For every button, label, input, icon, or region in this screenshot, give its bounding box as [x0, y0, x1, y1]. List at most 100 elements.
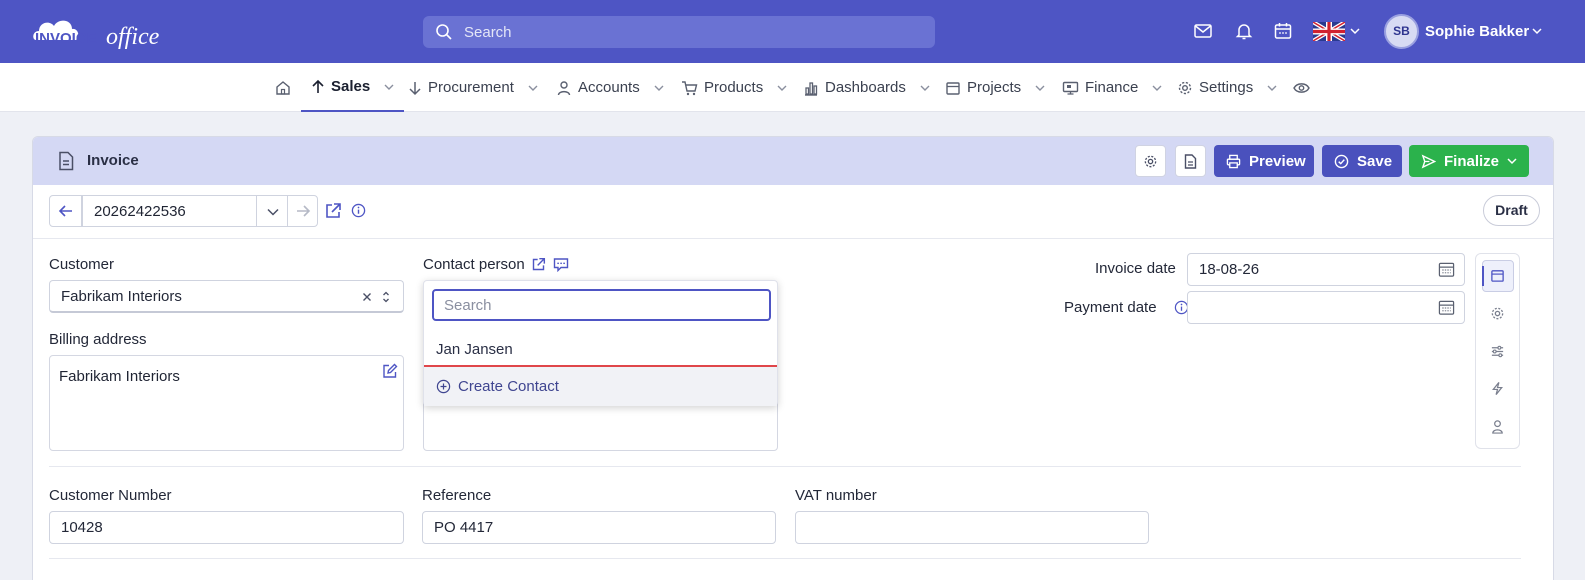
user-icon: [557, 80, 571, 95]
nav-projects[interactable]: Projects: [945, 63, 1045, 112]
chevron-down-icon: [920, 85, 930, 91]
home-nav[interactable]: [274, 63, 292, 112]
divider: [33, 238, 1553, 239]
invoice-number-field[interactable]: 20262422536: [82, 195, 257, 227]
contact-person-label: Contact person: [423, 256, 525, 273]
bell-icon[interactable]: [1234, 21, 1254, 41]
search-icon: [436, 24, 452, 40]
invoiceoffice-logo[interactable]: INVOICE office: [32, 14, 174, 50]
save-label: Save: [1357, 152, 1393, 170]
nav-procurement[interactable]: Procurement: [408, 63, 538, 112]
nav-accounts[interactable]: Accounts: [556, 63, 664, 112]
info-icon[interactable]: [351, 203, 366, 218]
bar-chart-icon: [805, 81, 818, 96]
payment-date-label: Payment date: [1064, 299, 1157, 316]
contact-search-input[interactable]: Search: [432, 289, 771, 321]
chevron-down-icon: [384, 84, 394, 90]
previous-invoice-button[interactable]: [49, 195, 82, 227]
divider: [49, 558, 1521, 559]
nav-visibility[interactable]: [1293, 63, 1310, 112]
document-icon: [59, 151, 74, 171]
nav-sales[interactable]: Sales: [301, 63, 405, 112]
lightning-icon[interactable]: [1490, 381, 1505, 396]
preview-label: Preview: [1249, 152, 1306, 170]
global-search[interactable]: Search: [423, 16, 935, 48]
preview-button[interactable]: Preview: [1214, 145, 1314, 177]
avatar[interactable]: SB: [1384, 14, 1419, 49]
plus-circle-icon: [436, 379, 451, 394]
top-bar: INVOICE office Search SB Sophie Bakker: [0, 0, 1585, 63]
vat-number-input[interactable]: [795, 511, 1149, 544]
invoice-number-dropdown[interactable]: [256, 195, 288, 227]
monitor-icon: [1062, 81, 1079, 95]
reference-label: Reference: [422, 487, 492, 504]
calendar-icon[interactable]: [1273, 21, 1293, 41]
cart-icon: [682, 80, 698, 95]
customer-select[interactable]: Fabrikam Interiors: [49, 280, 404, 313]
side-panel: [1475, 253, 1520, 449]
chevron-down-icon: [528, 85, 538, 91]
gear-icon: [1178, 81, 1192, 94]
mail-icon[interactable]: [1193, 21, 1213, 41]
reference-input[interactable]: PO 4417: [422, 511, 776, 544]
invoice-card: Invoice Preview Save Finalize 2026242253…: [32, 136, 1554, 580]
customer-label: Customer: [49, 256, 115, 273]
invoice-date-input[interactable]: 18-08-26: [1187, 253, 1465, 286]
chevron-down-icon[interactable]: [1350, 27, 1360, 35]
edit-icon[interactable]: [382, 363, 398, 379]
clear-icon[interactable]: [362, 292, 372, 302]
nav-label: Products: [704, 79, 764, 96]
invoice-date-value: 18-08-26: [1199, 261, 1260, 278]
billing-address-box[interactable]: Fabrikam Interiors: [49, 355, 404, 451]
nav-settings[interactable]: Settings: [1177, 63, 1277, 112]
nav-label: Finance: [1085, 79, 1139, 96]
send-icon: [1421, 154, 1436, 168]
calendar-icon[interactable]: [1438, 261, 1455, 278]
gear-icon[interactable]: [1490, 306, 1505, 321]
save-button[interactable]: Save: [1322, 145, 1402, 177]
chevron-down-icon[interactable]: [1532, 27, 1542, 35]
pdf-button[interactable]: [1175, 145, 1206, 177]
settings-button[interactable]: [1135, 145, 1166, 177]
arrow-left-icon: [58, 205, 72, 217]
status-badge: Draft: [1483, 195, 1540, 226]
payment-date-input[interactable]: [1187, 291, 1465, 324]
sliders-icon[interactable]: [1490, 344, 1505, 359]
svg-text:office: office: [106, 24, 160, 50]
finalize-label: Finalize: [1444, 152, 1500, 170]
uk-flag-icon[interactable]: [1313, 22, 1345, 41]
vat-number-label: VAT number: [795, 487, 877, 504]
billing-address-label: Billing address: [49, 331, 147, 348]
external-link-icon[interactable]: [531, 257, 546, 272]
calendar-icon[interactable]: [1490, 268, 1505, 283]
create-contact-button[interactable]: Create Contact: [424, 365, 777, 406]
finalize-button[interactable]: Finalize: [1409, 145, 1529, 177]
customer-number-input[interactable]: 10428: [49, 511, 404, 544]
main-nav: Sales Procurement Accounts Products Dash…: [0, 63, 1585, 112]
chevron-down-icon: [1267, 85, 1277, 91]
nav-finance[interactable]: Finance: [1062, 63, 1162, 112]
arrow-right-icon: [297, 205, 311, 217]
logo-text: INVOICE: [35, 30, 97, 47]
arrow-up-icon: [312, 79, 324, 93]
next-invoice-button[interactable]: [287, 195, 318, 227]
check-circle-icon: [1334, 154, 1349, 168]
sort-icon[interactable]: [382, 290, 390, 304]
arrow-down-icon: [409, 81, 421, 95]
chevron-down-icon: [1507, 158, 1517, 165]
customer-number-label: Customer Number: [49, 487, 172, 504]
divider: [49, 466, 1521, 467]
nav-label: Procurement: [428, 79, 514, 96]
page-title: Invoice: [87, 152, 139, 169]
nav-dashboards[interactable]: Dashboards: [803, 63, 930, 112]
contact-option[interactable]: Jan Jansen: [436, 341, 513, 358]
user-icon[interactable]: [1490, 419, 1505, 434]
calendar-icon: [946, 81, 960, 95]
calendar-icon[interactable]: [1438, 299, 1455, 316]
comment-icon[interactable]: [553, 257, 569, 272]
billing-address-value: Fabrikam Interiors: [59, 368, 180, 385]
nav-products[interactable]: Products: [681, 63, 787, 112]
external-link-icon[interactable]: [324, 202, 342, 220]
invoice-date-label: Invoice date: [1095, 260, 1176, 277]
user-name[interactable]: Sophie Bakker: [1425, 23, 1529, 40]
